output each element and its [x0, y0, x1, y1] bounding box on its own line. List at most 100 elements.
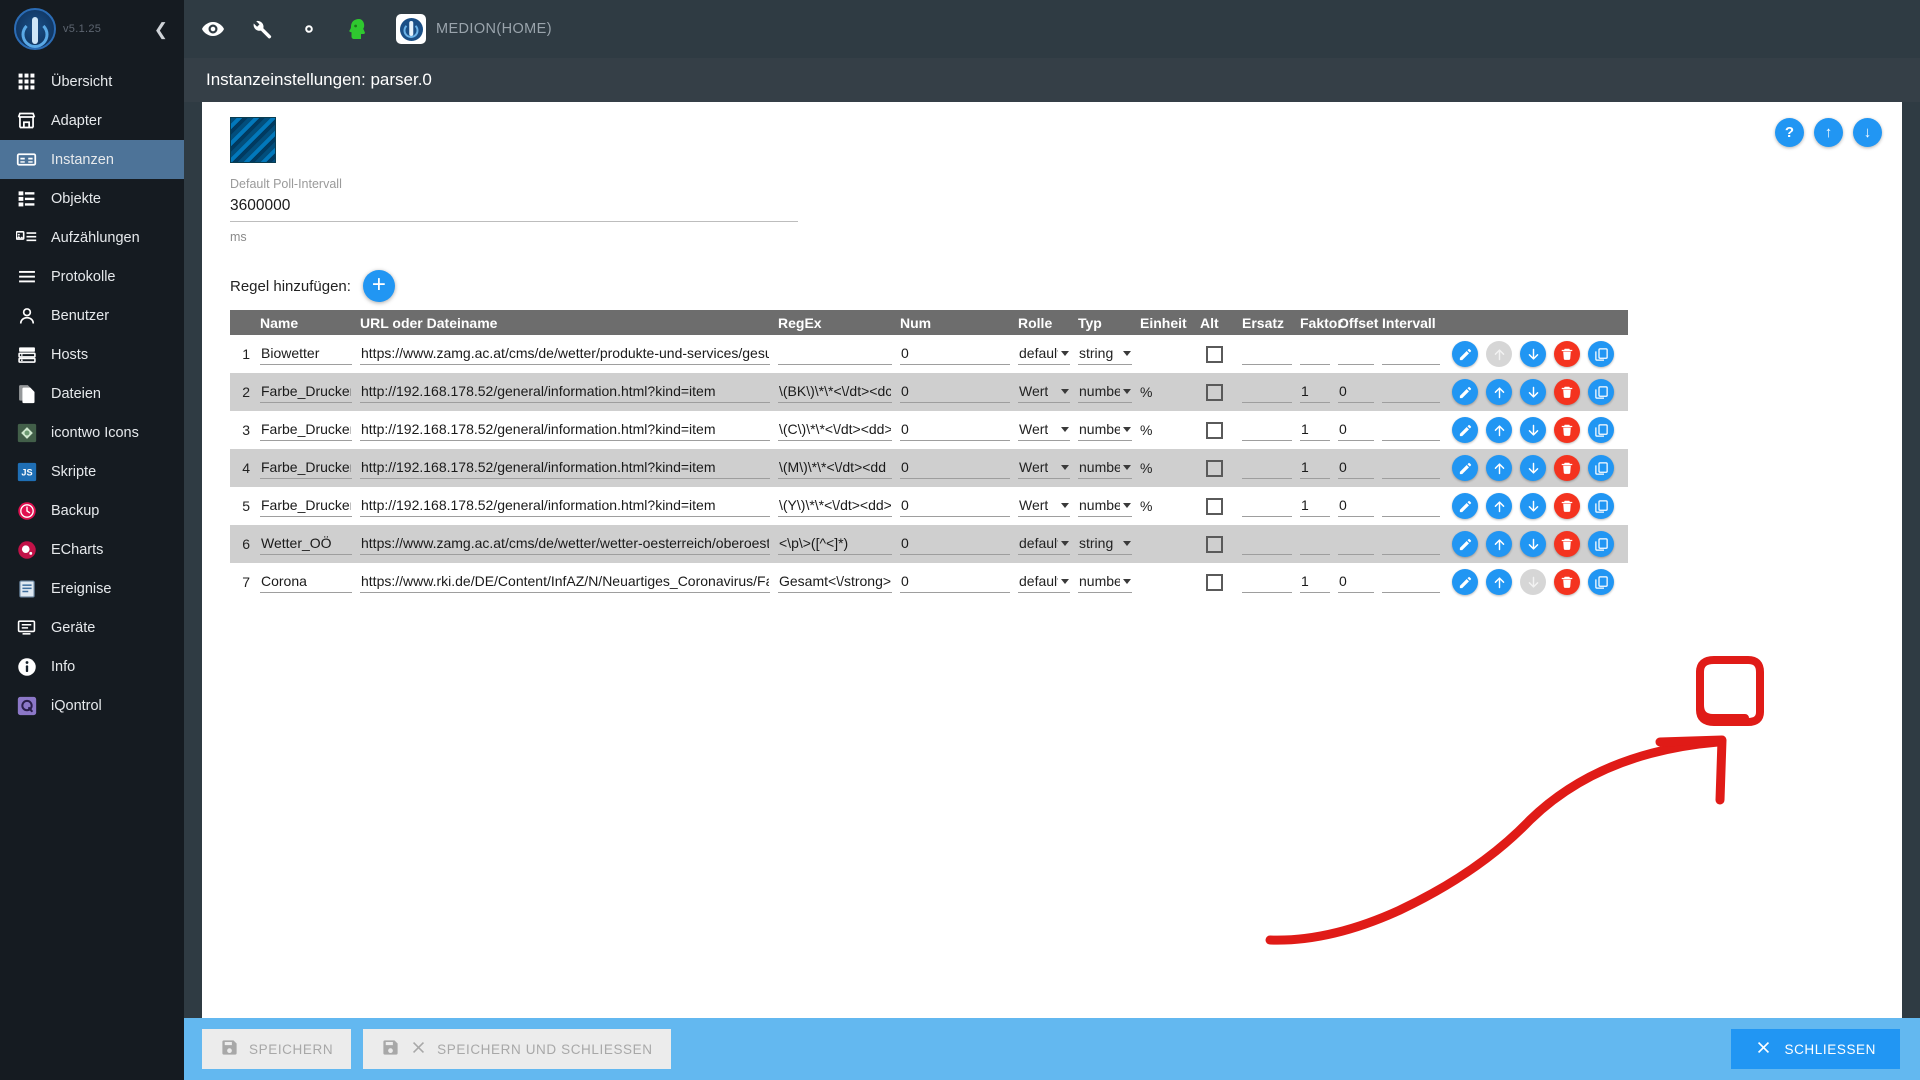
rule-offset-input-5[interactable]	[1338, 533, 1374, 555]
rule-ersatz-input-3[interactable]	[1242, 457, 1292, 479]
move-up-button-2[interactable]	[1486, 417, 1512, 443]
rule-num-input-2[interactable]	[900, 419, 1010, 441]
rule-regex-input-4[interactable]	[778, 495, 892, 517]
delete-row-button-5[interactable]	[1554, 531, 1580, 557]
rule-name-input-5[interactable]	[260, 533, 352, 555]
rule-url-input-6[interactable]	[360, 571, 770, 593]
move-up-button-5[interactable]	[1486, 531, 1512, 557]
rule-ersatz-input-1[interactable]	[1242, 381, 1292, 403]
edit-row-button-0[interactable]	[1452, 341, 1478, 367]
rule-einheit-value-2[interactable]: %	[1140, 422, 1152, 438]
save-and-close-button[interactable]: SPEICHERN UND SCHLIESSEN	[363, 1029, 671, 1069]
delete-row-button-3[interactable]	[1554, 455, 1580, 481]
rule-faktor-input-5[interactable]	[1300, 533, 1330, 555]
rule-faktor-input-1[interactable]	[1300, 381, 1330, 403]
rule-ersatz-input-2[interactable]	[1242, 419, 1292, 441]
eye-icon[interactable]	[200, 16, 226, 42]
rule-typ-select-3[interactable]: number	[1078, 457, 1132, 479]
rule-einheit-value-1[interactable]: %	[1140, 384, 1152, 400]
rule-name-input-1[interactable]	[260, 381, 352, 403]
delete-row-button-4[interactable]	[1554, 493, 1580, 519]
rule-ersatz-input-5[interactable]	[1242, 533, 1292, 555]
edit-row-button-2[interactable]	[1452, 417, 1478, 443]
rule-offset-input-6[interactable]	[1338, 571, 1374, 593]
duplicate-row-button-6[interactable]	[1588, 569, 1614, 595]
upload-button[interactable]: ↑	[1814, 118, 1843, 147]
rule-faktor-input-2[interactable]	[1300, 419, 1330, 441]
move-down-button-4[interactable]	[1520, 493, 1546, 519]
edit-row-button-6[interactable]	[1452, 569, 1478, 595]
delete-row-button-1[interactable]	[1554, 379, 1580, 405]
sidebar-item-echarts[interactable]: ECharts	[0, 530, 184, 569]
rule-ersatz-input-4[interactable]	[1242, 495, 1292, 517]
rule-num-input-1[interactable]	[900, 381, 1010, 403]
rule-offset-input-0[interactable]	[1338, 343, 1374, 365]
sidebar-item-benutzer[interactable]: Benutzer	[0, 296, 184, 335]
rule-typ-select-0[interactable]: string	[1078, 343, 1132, 365]
rule-url-input-1[interactable]	[360, 381, 770, 403]
edit-row-button-5[interactable]	[1452, 531, 1478, 557]
rule-regex-input-0[interactable]	[778, 343, 892, 365]
rule-intervall-input-3[interactable]	[1382, 457, 1440, 479]
move-down-button-2[interactable]	[1520, 417, 1546, 443]
sidebar-item-ereignise[interactable]: Ereignise	[0, 569, 184, 608]
rule-rolle-select-3[interactable]: Wert	[1018, 457, 1070, 479]
rule-url-input-2[interactable]	[360, 419, 770, 441]
rule-name-input-0[interactable]	[260, 343, 352, 365]
sidebar-item-aufz-hlungen[interactable]: Aufzählungen	[0, 218, 184, 257]
sidebar-item-backup[interactable]: Backup	[0, 491, 184, 530]
chevron-left-icon[interactable]: ❮	[148, 17, 174, 42]
rule-name-input-4[interactable]	[260, 495, 352, 517]
move-down-button-1[interactable]	[1520, 379, 1546, 405]
rule-intervall-input-1[interactable]	[1382, 381, 1440, 403]
move-down-button-3[interactable]	[1520, 455, 1546, 481]
edit-row-button-4[interactable]	[1452, 493, 1478, 519]
move-up-button-6[interactable]	[1486, 569, 1512, 595]
sidebar-item-objekte[interactable]: Objekte	[0, 179, 184, 218]
move-down-button-0[interactable]	[1520, 341, 1546, 367]
rule-rolle-select-5[interactable]: default	[1018, 533, 1070, 555]
sidebar-item-instanzen[interactable]: Instanzen	[0, 140, 184, 179]
gear-icon[interactable]	[296, 16, 322, 42]
rule-regex-input-6[interactable]	[778, 571, 892, 593]
sidebar-item-skripte[interactable]: JS Skripte	[0, 452, 184, 491]
duplicate-row-button-3[interactable]	[1588, 455, 1614, 481]
sidebar-item-icontwo-icons[interactable]: icontwo Icons	[0, 413, 184, 452]
rule-rolle-select-2[interactable]: Wert	[1018, 419, 1070, 441]
head-icon[interactable]	[344, 16, 370, 42]
rule-alt-checkbox-5[interactable]	[1206, 535, 1223, 553]
sidebar-item-iqontrol[interactable]: iQontrol	[0, 686, 184, 725]
rule-url-input-0[interactable]	[360, 343, 770, 365]
delete-row-button-6[interactable]	[1554, 569, 1580, 595]
rule-name-input-6[interactable]	[260, 571, 352, 593]
move-up-button-4[interactable]	[1486, 493, 1512, 519]
duplicate-row-button-4[interactable]	[1588, 493, 1614, 519]
rule-url-input-4[interactable]	[360, 495, 770, 517]
download-button[interactable]: ↓	[1853, 118, 1882, 147]
save-button[interactable]: SPEICHERN	[202, 1029, 352, 1069]
duplicate-row-button-2[interactable]	[1588, 417, 1614, 443]
rule-rolle-select-1[interactable]: Wert	[1018, 381, 1070, 403]
rule-ersatz-input-0[interactable]	[1242, 343, 1292, 365]
delete-row-button-2[interactable]	[1554, 417, 1580, 443]
rule-regex-input-2[interactable]	[778, 419, 892, 441]
duplicate-row-button-0[interactable]	[1588, 341, 1614, 367]
add-rule-button[interactable]: +	[362, 270, 395, 302]
rule-num-input-5[interactable]	[900, 533, 1010, 555]
rule-num-input-0[interactable]	[900, 343, 1010, 365]
rule-typ-select-1[interactable]: number	[1078, 381, 1132, 403]
sidebar-item-protokolle[interactable]: Protokolle	[0, 257, 184, 296]
rule-alt-checkbox-4[interactable]	[1206, 497, 1223, 515]
rule-intervall-input-5[interactable]	[1382, 533, 1440, 555]
edit-row-button-3[interactable]	[1452, 455, 1478, 481]
rule-alt-checkbox-2[interactable]	[1206, 421, 1223, 439]
sidebar-item-info[interactable]: Info	[0, 647, 184, 686]
duplicate-row-button-1[interactable]	[1588, 379, 1614, 405]
rule-name-input-3[interactable]	[260, 457, 352, 479]
rule-offset-input-2[interactable]	[1338, 419, 1374, 441]
sidebar-item-dateien[interactable]: Dateien	[0, 374, 184, 413]
rule-num-input-6[interactable]	[900, 571, 1010, 593]
rule-num-input-4[interactable]	[900, 495, 1010, 517]
rule-regex-input-3[interactable]	[778, 457, 892, 479]
poll-interval-input[interactable]	[230, 195, 798, 222]
